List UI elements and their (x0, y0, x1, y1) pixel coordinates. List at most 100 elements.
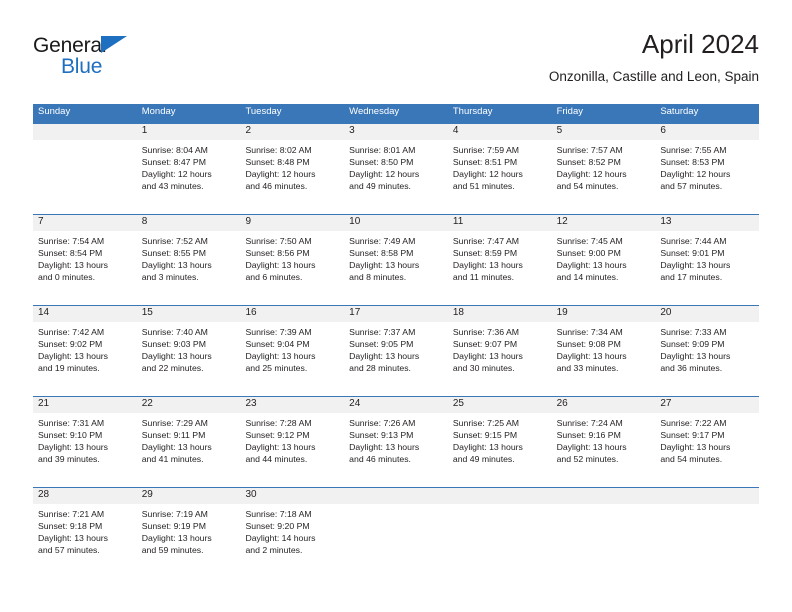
day-cell[interactable]: Sunrise: 7:34 AM Sunset: 9:08 PM Dayligh… (552, 322, 656, 396)
day-cell[interactable]: Sunrise: 7:44 AM Sunset: 9:01 PM Dayligh… (655, 231, 759, 305)
day-cell[interactable]: Sunrise: 7:57 AM Sunset: 8:52 PM Dayligh… (552, 140, 656, 214)
daylight-text-line2: and 30 minutes. (452, 363, 515, 374)
daylight-text-line1: Daylight: 12 hours (660, 169, 731, 180)
daylight-text-line1: Daylight: 13 hours (245, 351, 316, 362)
general-blue-logo[interactable]: General Blue (33, 35, 153, 83)
sunset-text: Sunset: 9:18 PM (38, 521, 103, 532)
day-number[interactable]: 9 (240, 215, 344, 231)
day-cell[interactable]: Sunrise: 7:33 AM Sunset: 9:09 PM Dayligh… (655, 322, 759, 396)
day-number[interactable]: 27 (655, 397, 759, 413)
day-number[interactable]: 16 (240, 306, 344, 322)
sunrise-text: Sunrise: 7:24 AM (556, 418, 623, 428)
day-number[interactable]: 23 (240, 397, 344, 413)
day-cell[interactable]: Sunrise: 7:37 AM Sunset: 9:05 PM Dayligh… (344, 322, 448, 396)
day-number[interactable]: 1 (137, 124, 241, 140)
day-number[interactable]: 8 (137, 215, 241, 231)
day-number[interactable]: 6 (655, 124, 759, 140)
day-cell[interactable]: Sunrise: 7:50 AM Sunset: 8:56 PM Dayligh… (240, 231, 344, 305)
daylight-text-line1: Daylight: 13 hours (141, 442, 212, 453)
daylight-text-line2: and 52 minutes. (556, 454, 619, 465)
sunrise-text: Sunrise: 7:25 AM (452, 418, 520, 428)
sunrise-text: Sunrise: 7:55 AM (660, 145, 727, 155)
day-number[interactable]: 17 (344, 306, 448, 322)
sunset-text: Sunset: 8:51 PM (452, 157, 518, 168)
daylight-text-line2: and 43 minutes. (141, 181, 204, 192)
daylight-text-line2: and 49 minutes. (452, 454, 515, 465)
daylight-text-line2: and 54 minutes. (556, 181, 619, 192)
day-cell[interactable]: Sunrise: 7:31 AM Sunset: 9:10 PM Dayligh… (33, 413, 137, 487)
day-cell[interactable]: Sunrise: 7:49 AM Sunset: 8:58 PM Dayligh… (344, 231, 448, 305)
day-cell[interactable]: Sunrise: 7:26 AM Sunset: 9:13 PM Dayligh… (344, 413, 448, 487)
daylight-text-line1: Daylight: 13 hours (660, 351, 731, 362)
sunset-text: Sunset: 8:50 PM (349, 157, 414, 168)
day-cell[interactable]: Sunrise: 7:24 AM Sunset: 9:16 PM Dayligh… (552, 413, 656, 487)
day-number[interactable]: 3 (344, 124, 448, 140)
sunset-text: Sunset: 8:55 PM (141, 248, 206, 259)
day-number[interactable]: 29 (137, 488, 241, 504)
day-number[interactable]: 28 (33, 488, 137, 504)
sunrise-text: Sunrise: 7:39 AM (245, 327, 312, 337)
day-number[interactable]: 7 (33, 215, 137, 231)
day-number[interactable]: 13 (655, 215, 759, 231)
day-cell[interactable]: Sunrise: 7:18 AM Sunset: 9:20 PM Dayligh… (240, 504, 344, 578)
day-cell[interactable]: Sunrise: 7:39 AM Sunset: 9:04 PM Dayligh… (240, 322, 344, 396)
sunrise-text: Sunrise: 7:52 AM (141, 236, 208, 246)
day-cell[interactable]: Sunrise: 7:59 AM Sunset: 8:51 PM Dayligh… (448, 140, 552, 214)
day-number[interactable]: 15 (137, 306, 241, 322)
day-cell[interactable]: Sunrise: 7:29 AM Sunset: 9:11 PM Dayligh… (137, 413, 241, 487)
day-number[interactable]: 10 (344, 215, 448, 231)
sunset-text: Sunset: 9:00 PM (556, 248, 621, 259)
day-cell[interactable]: Sunrise: 7:28 AM Sunset: 9:12 PM Dayligh… (240, 413, 344, 487)
week-details-band: Sunrise: 7:42 AM Sunset: 9:02 PM Dayligh… (33, 322, 759, 396)
day-number[interactable]: 22 (137, 397, 241, 413)
day-cell[interactable]: Sunrise: 7:19 AM Sunset: 9:19 PM Dayligh… (137, 504, 241, 578)
day-number[interactable]: 18 (448, 306, 552, 322)
day-cell[interactable]: Sunrise: 7:42 AM Sunset: 9:02 PM Dayligh… (33, 322, 137, 396)
day-number[interactable] (33, 124, 137, 140)
day-number[interactable]: 26 (552, 397, 656, 413)
sunrise-text: Sunrise: 7:36 AM (452, 327, 520, 337)
daylight-text-line1: Daylight: 12 hours (349, 169, 420, 180)
week-number-band: 21 22 23 24 25 26 27 (33, 397, 759, 413)
day-number[interactable]: 19 (552, 306, 656, 322)
day-cell[interactable]: Sunrise: 7:21 AM Sunset: 9:18 PM Dayligh… (33, 504, 137, 578)
day-cell[interactable]: Sunrise: 7:25 AM Sunset: 9:15 PM Dayligh… (448, 413, 552, 487)
daylight-text-line1: Daylight: 13 hours (452, 442, 523, 453)
week-row: 28 29 30 Sunrise: 7:21 AM Sunset: 9:18 P… (33, 487, 759, 578)
day-number[interactable]: 24 (344, 397, 448, 413)
daylight-text-line1: Daylight: 12 hours (245, 169, 316, 180)
day-number[interactable]: 11 (448, 215, 552, 231)
day-number[interactable]: 5 (552, 124, 656, 140)
sunrise-text: Sunrise: 7:47 AM (452, 236, 520, 246)
day-cell[interactable]: Sunrise: 7:55 AM Sunset: 8:53 PM Dayligh… (655, 140, 759, 214)
day-cell[interactable]: Sunrise: 7:40 AM Sunset: 9:03 PM Dayligh… (137, 322, 241, 396)
daylight-text-line1: Daylight: 13 hours (556, 260, 627, 271)
day-cell[interactable]: Sunrise: 8:01 AM Sunset: 8:50 PM Dayligh… (344, 140, 448, 214)
day-cell[interactable]: Sunrise: 8:04 AM Sunset: 8:47 PM Dayligh… (137, 140, 241, 214)
day-cell[interactable]: Sunrise: 7:45 AM Sunset: 9:00 PM Dayligh… (552, 231, 656, 305)
daylight-text-line2: and 22 minutes. (141, 363, 204, 374)
sunrise-text: Sunrise: 7:49 AM (349, 236, 416, 246)
day-number[interactable]: 30 (240, 488, 344, 504)
day-cell[interactable]: Sunrise: 7:52 AM Sunset: 8:55 PM Dayligh… (137, 231, 241, 305)
daylight-text-line1: Daylight: 13 hours (660, 260, 731, 271)
day-cell[interactable]: Sunrise: 7:54 AM Sunset: 8:54 PM Dayligh… (33, 231, 137, 305)
day-number[interactable]: 14 (33, 306, 137, 322)
page-title: April 2024 (641, 29, 759, 59)
day-number[interactable]: 4 (448, 124, 552, 140)
day-cell[interactable]: Sunrise: 7:36 AM Sunset: 9:07 PM Dayligh… (448, 322, 552, 396)
day-number[interactable]: 20 (655, 306, 759, 322)
day-number[interactable]: 25 (448, 397, 552, 413)
day-cell[interactable]: Sunrise: 7:47 AM Sunset: 8:59 PM Dayligh… (448, 231, 552, 305)
sunset-text: Sunset: 9:12 PM (245, 430, 310, 441)
day-number[interactable]: 21 (33, 397, 137, 413)
day-cell[interactable]: Sunrise: 8:02 AM Sunset: 8:48 PM Dayligh… (240, 140, 344, 214)
day-number[interactable]: 2 (240, 124, 344, 140)
sunset-text: Sunset: 9:03 PM (141, 339, 206, 350)
daylight-text-line2: and 3 minutes. (141, 272, 199, 283)
day-cell[interactable]: Sunrise: 7:22 AM Sunset: 9:17 PM Dayligh… (655, 413, 759, 487)
day-number[interactable]: 12 (552, 215, 656, 231)
sunset-text: Sunset: 8:47 PM (141, 157, 206, 168)
week-row: 7 8 9 10 11 12 13 Sunrise: 7:54 AM Sunse… (33, 214, 759, 305)
daylight-text-line2: and 36 minutes. (660, 363, 723, 374)
